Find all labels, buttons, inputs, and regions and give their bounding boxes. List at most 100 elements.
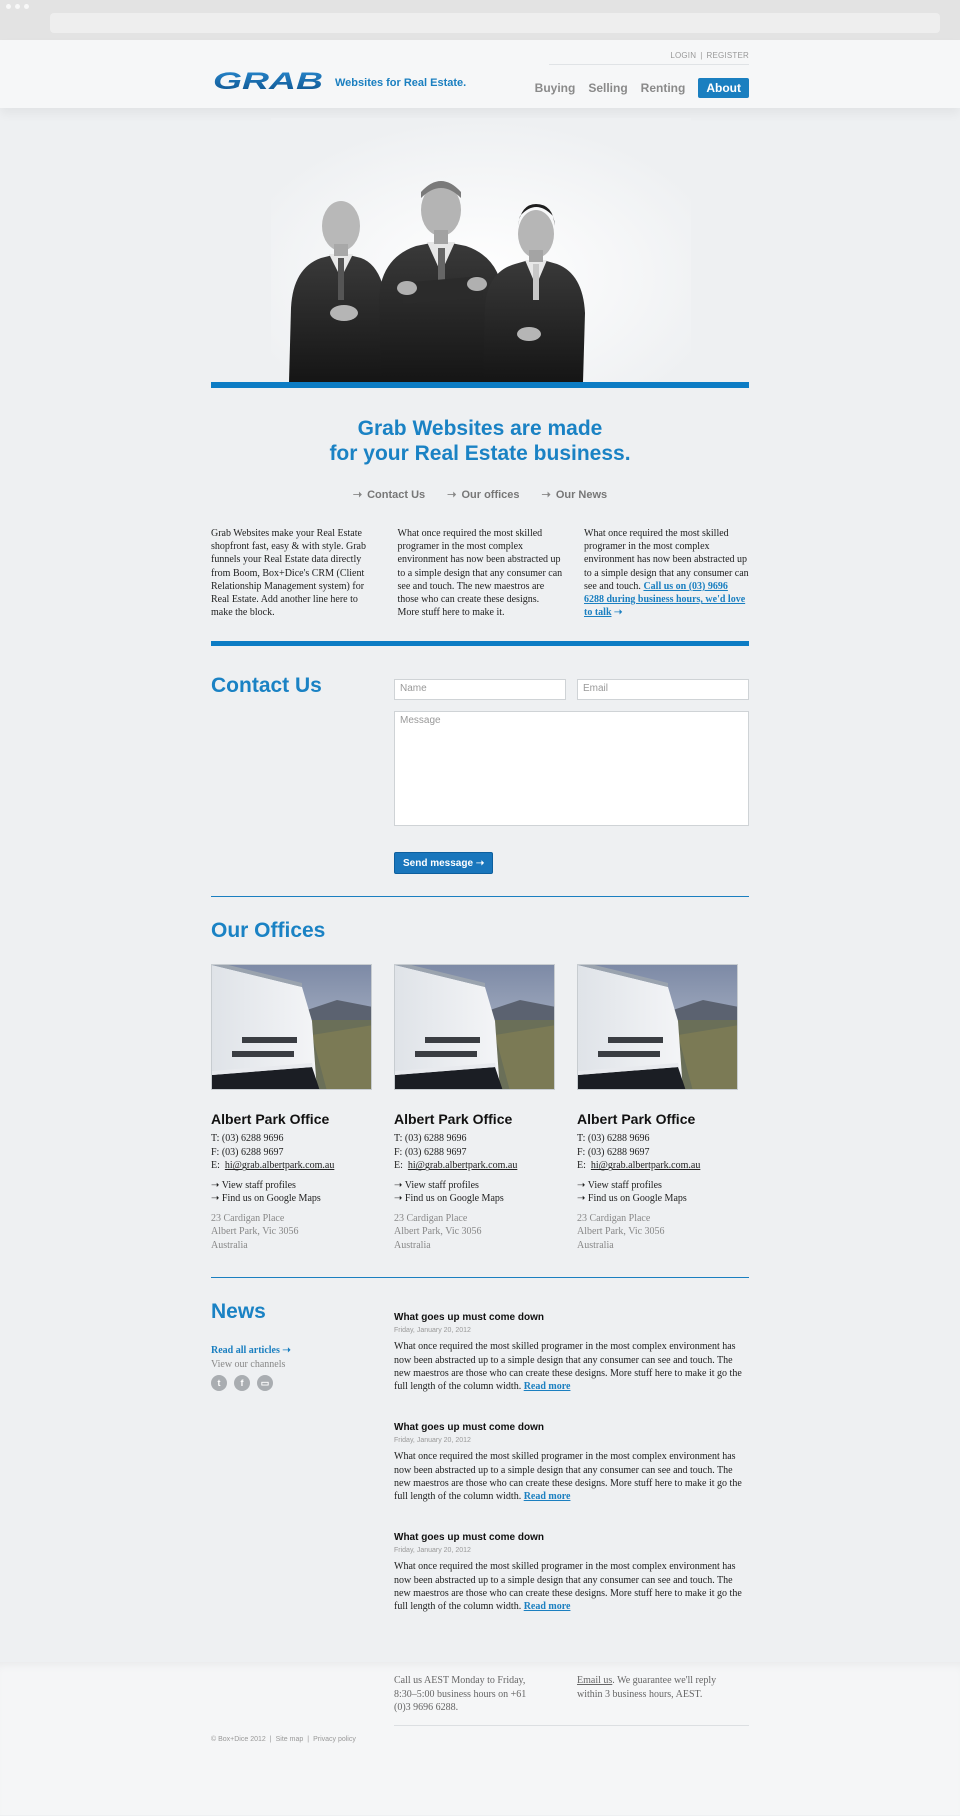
article-title[interactable]: What goes up must come down (394, 1312, 749, 1323)
news-sidebar: Read all articles ➝ View our channels t … (211, 1345, 291, 1392)
read-all-articles-link[interactable]: Read all articles ➝ (211, 1345, 291, 1356)
office-links: ➝ View staff profiles ➝ Find us on Googl… (577, 1179, 747, 1206)
arrow-right-icon: ➝ (282, 1345, 291, 1357)
offices-section: Our Offices Albert Park Office T: (03) 6… (211, 897, 749, 1277)
facebook-icon[interactable]: f (234, 1375, 250, 1392)
office-card: Albert Park Office T: (03) 6288 9696 F: … (211, 964, 381, 1252)
arrow-right-icon: ➝ (394, 1193, 403, 1205)
social-links: t f ▭ (211, 1375, 291, 1392)
office-card: Albert Park Office T: (03) 6288 9696 F: … (394, 964, 564, 1252)
article-date: Friday, January 20, 2012 (394, 1327, 471, 1335)
office-photo[interactable] (211, 964, 372, 1091)
intro-col-3: What once required the most skilled prog… (584, 528, 749, 619)
arrow-right-icon: ➝ (447, 489, 457, 501)
nav-renting[interactable]: Renting (641, 81, 686, 95)
article-body: What once required the most skilled prog… (394, 1561, 742, 1613)
youtube-icon[interactable]: ▭ (257, 1375, 273, 1392)
arrow-right-icon: ➝ (475, 857, 485, 869)
read-more-link[interactable]: Read more (524, 1601, 571, 1612)
headline: Grab Websites are made for your Real Est… (329, 417, 631, 465)
sitemap-link[interactable]: Site map (276, 1736, 304, 1743)
intro-columns: Grab Websites make your Real Estate shop… (211, 527, 749, 619)
google-maps-link[interactable]: ➝ Find us on Google Maps (211, 1192, 381, 1206)
section-links: ➝ Contact Us ➝ Our offices ➝ Our News (211, 488, 749, 501)
send-message-button[interactable]: Send message ➝ (394, 852, 494, 875)
browser-chrome (0, 0, 960, 40)
site-header: LOGIN | REGISTER GRAB Websites for Real Es… (0, 40, 960, 108)
read-more-link[interactable]: Read more (524, 1491, 571, 1502)
office-address: 23 Cardigan Place Albert Park, Vic 3056 … (577, 1212, 665, 1251)
footer-copyright: © Box+Dice 2012 | Site map | Privacy policy (211, 1736, 356, 1744)
intro-col-1: Grab Websites make your Real Estate shop… (211, 528, 366, 619)
office-address: 23 Cardigan Place Albert Park, Vic 3056 … (394, 1212, 482, 1251)
read-more-link[interactable]: Read more (524, 1381, 571, 1392)
email-field[interactable]: Email (577, 679, 749, 701)
article-title[interactable]: What goes up must come down (394, 1422, 749, 1433)
site-logo[interactable]: GRAB Websites for Real Estate. (211, 70, 466, 92)
office-email-link[interactable]: hi@grab.albertpark.com.au (591, 1160, 700, 1171)
office-photo[interactable] (577, 964, 738, 1091)
office-links: ➝ View staff profiles ➝ Find us on Googl… (211, 1179, 381, 1206)
intro-col-2: What once required the most skilled prog… (397, 528, 563, 619)
nav-about[interactable]: About (698, 78, 749, 98)
article-body: What once required the most skilled prog… (394, 1451, 742, 1503)
office-contact: T: (03) 6288 9696 F: (03) 6288 9697 E: h… (394, 1133, 518, 1172)
article-title[interactable]: What goes up must come down (394, 1532, 749, 1543)
office-name: Albert Park Office (394, 1111, 513, 1128)
privacy-link[interactable]: Privacy policy (313, 1736, 356, 1743)
hero-divider (211, 382, 749, 388)
svg-text:GRAB: GRAB (213, 70, 323, 92)
channels-label: View our channels (211, 1359, 286, 1371)
nav-selling[interactable]: Selling (588, 81, 627, 95)
view-staff-link[interactable]: ➝ View staff profiles (211, 1179, 381, 1193)
office-email-link[interactable]: hi@grab.albertpark.com.au (408, 1160, 517, 1171)
office-name: Albert Park Office (577, 1111, 696, 1128)
news-article: What goes up must come down Friday, Janu… (394, 1422, 749, 1503)
arrow-right-icon: ➝ (211, 1193, 220, 1205)
google-maps-link[interactable]: ➝ Find us on Google Maps (394, 1192, 564, 1206)
twitter-icon[interactable]: t (211, 1375, 227, 1392)
view-staff-link[interactable]: ➝ View staff profiles (394, 1179, 564, 1193)
login-link[interactable]: LOGIN (670, 51, 696, 60)
nav-buying[interactable]: Buying (535, 81, 576, 95)
contact-section: Contact Us Name Email Message Send messa… (211, 646, 749, 896)
arrow-right-icon: ➝ (577, 1179, 586, 1191)
arrow-right-icon: ➝ (614, 607, 623, 619)
offices-title: Our Offices (211, 919, 326, 943)
arrow-right-icon: ➝ (211, 1179, 220, 1191)
tagline: Websites for Real Estate. (335, 77, 467, 89)
main-nav: Buying Selling Renting About (535, 78, 749, 98)
hero-image (211, 108, 749, 382)
office-address: 23 Cardigan Place Albert Park, Vic 3056 … (211, 1212, 299, 1251)
footer-hours: Call us AEST Monday to Friday, 8:30–5:00… (394, 1675, 527, 1713)
view-staff-link[interactable]: ➝ View staff profiles (577, 1179, 747, 1193)
address-bar[interactable] (50, 13, 940, 33)
news-section: News Read all articles ➝ View our channe… (211, 1278, 749, 1662)
copyright-text: © Box+Dice 2012 (211, 1736, 266, 1744)
office-links: ➝ View staff profiles ➝ Find us on Googl… (394, 1179, 564, 1206)
link-our-offices[interactable]: ➝ Our offices (447, 488, 519, 501)
office-name: Albert Park Office (211, 1111, 330, 1128)
window-controls[interactable] (6, 4, 29, 9)
name-input[interactable]: Name (394, 679, 566, 701)
team-photo (271, 118, 691, 382)
link-contact-us[interactable]: ➝ Contact Us (353, 488, 425, 501)
arrow-right-icon: ➝ (352, 489, 363, 501)
email-us-link[interactable]: Email us (577, 1675, 612, 1686)
office-email-link[interactable]: hi@grab.albertpark.com.au (225, 1160, 334, 1171)
grab-logo-icon: GRAB (213, 70, 323, 92)
office-contact: T: (03) 6288 9696 F: (03) 6288 9697 E: h… (577, 1133, 701, 1172)
news-article: What goes up must come down Friday, Janu… (394, 1532, 749, 1613)
message-textarea[interactable]: Message (394, 711, 749, 827)
office-photo[interactable] (394, 964, 555, 1091)
google-maps-link[interactable]: ➝ Find us on Google Maps (577, 1192, 747, 1206)
article-date: Friday, January 20, 2012 (394, 1547, 471, 1555)
link-our-news[interactable]: ➝ Our News (542, 488, 608, 501)
contact-title: Contact Us (211, 674, 322, 698)
article-date: Friday, January 20, 2012 (394, 1437, 471, 1445)
arrow-right-icon: ➝ (541, 489, 551, 501)
news-title: News (211, 1300, 266, 1324)
news-article: What goes up must come down Friday, Janu… (394, 1312, 749, 1393)
register-link[interactable]: REGISTER (707, 51, 750, 60)
footer-email: Email us. We guarantee we'll reply withi… (577, 1675, 717, 1700)
